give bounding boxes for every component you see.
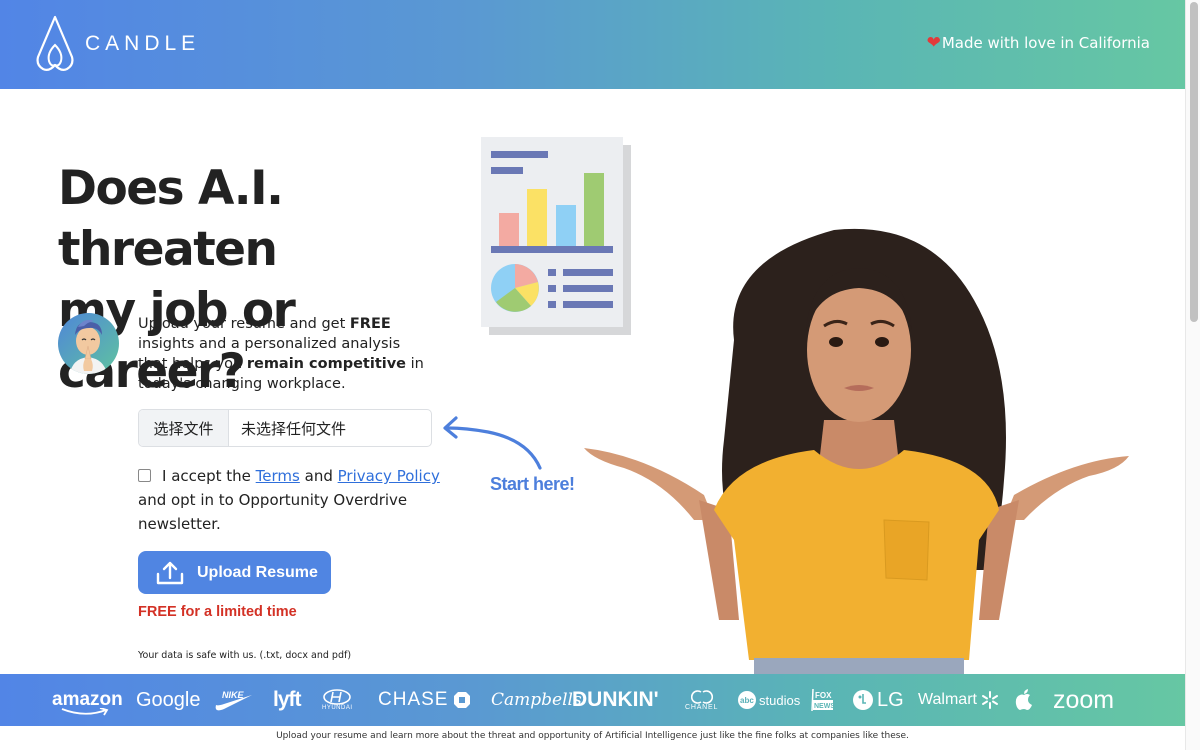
headline-line-1: Does A.I. threaten	[58, 161, 284, 277]
amazon-smile-icon	[61, 708, 109, 716]
svg-text:NEWS: NEWS	[814, 703, 834, 710]
intro-remain-competitive: remain competitive	[246, 356, 407, 372]
upload-resume-button[interactable]: Upload Resume	[138, 551, 331, 594]
shrugging-woman-image	[584, 228, 1129, 674]
tagline-text: Made with love in California	[941, 34, 1150, 52]
consent-prefix: I accept the	[162, 467, 256, 485]
chanel-cc-icon	[690, 689, 713, 704]
terms-checkbox[interactable]	[138, 469, 151, 482]
start-here-callout: Start here!	[490, 474, 575, 494]
walmart-spark-icon	[981, 691, 998, 709]
svg-text:FOX: FOX	[815, 691, 832, 700]
walmart-logo: Walmart	[918, 674, 1000, 726]
logo-link[interactable]: CANDLE	[34, 15, 200, 73]
intro-text: Upload your resume and get FREE insights…	[138, 314, 428, 394]
google-logo: Google	[136, 688, 201, 711]
landing-page: CANDLE ❤ Made with love in California Do…	[0, 0, 1185, 750]
candle-flame-icon	[36, 15, 74, 71]
company-logos-strip: amazon Google NIKE lyft HYUNDAI CHASE Ca…	[0, 674, 1185, 726]
lg-logo: LG	[852, 674, 904, 726]
campbells-logo: Campbells	[491, 690, 582, 710]
footer-note: Upload your resume and learn more about …	[276, 731, 909, 741]
report-legend-dot-3	[548, 301, 556, 308]
page-scrollbar[interactable]	[1185, 0, 1200, 750]
upload-icon	[156, 561, 184, 584]
hyundai-emblem-icon	[323, 689, 352, 705]
consent-suffix: and opt in to Opportunity Overdrive news…	[138, 491, 408, 533]
nike-logo: NIKE	[214, 674, 254, 726]
abc-circle-icon: abc	[738, 691, 756, 709]
nike-swoosh-icon: NIKE	[215, 690, 252, 711]
lyft-logo: lyft	[273, 688, 301, 711]
terms-link[interactable]: Terms	[256, 467, 300, 485]
memoji-avatar-icon	[70, 319, 107, 374]
consent-block: I accept the Terms and Privacy Policy an…	[138, 464, 448, 536]
upload-resume-label: Upload Resume	[197, 563, 318, 581]
free-limited-time-note: FREE for a limited time	[138, 604, 297, 620]
apple-icon	[1015, 689, 1032, 710]
report-legend-dot-1	[548, 269, 556, 276]
zoom-logo: zoom	[1053, 685, 1115, 714]
fox-news-icon: FOX NEWS	[811, 688, 834, 712]
chanel-logo: CHANEL	[685, 674, 718, 726]
svg-text:abc: abc	[740, 696, 754, 705]
intro-free: FREE	[349, 316, 391, 332]
brand-name: CANDLE	[85, 32, 201, 55]
svg-text:NIKE: NIKE	[222, 690, 244, 700]
lg-circle-icon	[853, 690, 873, 710]
report-legend-dot-2	[548, 285, 556, 292]
report-title-bar	[491, 151, 548, 158]
dunkin-logo: DUNKIN'	[572, 688, 659, 711]
chase-octagon-icon	[454, 692, 471, 708]
privacy-policy-link[interactable]: Privacy Policy	[338, 467, 440, 485]
resume-file-input[interactable]: 选择文件 未选择任何文件	[138, 409, 432, 447]
report-bar-2	[527, 189, 547, 246]
report-bar-1	[499, 213, 519, 246]
chase-logo: CHASE	[378, 674, 471, 726]
avatar	[58, 313, 119, 374]
abc-studios-logo: abc studios	[737, 674, 800, 726]
report-subtitle-bar	[491, 167, 523, 174]
choose-file-button[interactable]: 选择文件	[139, 410, 229, 446]
site-header: CANDLE ❤ Made with love in California	[0, 0, 1185, 89]
data-safe-note: Your data is safe with us. (.txt, docx a…	[138, 650, 352, 661]
fox-news-logo: FOX NEWS	[810, 674, 834, 726]
apple-logo	[1015, 674, 1033, 726]
scrollbar-thumb[interactable]	[1190, 2, 1198, 322]
amazon-logo: amazon	[52, 689, 123, 710]
tagline: ❤ Made with love in California	[927, 33, 1150, 53]
consent-and: and	[299, 467, 338, 485]
hyundai-logo: HYUNDAI	[322, 674, 353, 726]
intro-part-1: Upload your resume and get	[138, 316, 350, 332]
report-bar-3	[556, 205, 576, 246]
report-pie	[491, 264, 539, 312]
file-status: 未选择任何文件	[241, 419, 347, 438]
heart-icon: ❤	[926, 33, 941, 53]
curved-arrow-icon	[443, 416, 542, 470]
